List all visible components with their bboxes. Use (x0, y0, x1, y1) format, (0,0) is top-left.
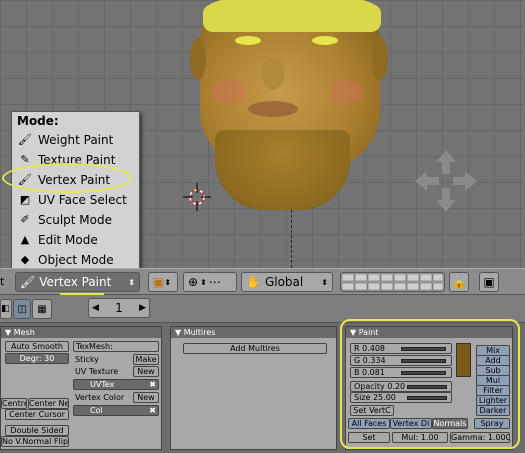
frame-number-field[interactable]: ◀ 1 ▶ (88, 298, 150, 318)
nose (262, 58, 284, 90)
left-ear (190, 38, 206, 80)
snap-icon: ⋯ (208, 275, 221, 289)
dropdown-arrows-icon: ⬍ (321, 277, 328, 287)
orientation-select[interactable]: ✋ Global ⬍ (241, 272, 333, 292)
render-icon: ▣ (483, 275, 495, 289)
z-axis-line (291, 210, 292, 268)
header-left-fragment: t (0, 275, 5, 288)
menu-item-edit-mode[interactable]: ▲ Edit Mode (12, 230, 139, 250)
multires-panel-title: Multires (183, 328, 216, 337)
menu-item-label: UV Face Select (38, 193, 127, 207)
centre-button[interactable]: Centre (1, 398, 27, 409)
dropdown-arrows-icon: ⬍ (128, 277, 135, 287)
frame-number-value: 1 (115, 301, 123, 315)
orientation-label: Global (264, 275, 304, 289)
draw-type-select[interactable]: ▣ ⬍ (148, 272, 178, 292)
multires-panel-header[interactable]: ▼ Multires (171, 327, 336, 338)
uv-texture-label: UV Texture (75, 367, 119, 376)
no-v-normal-flip-button[interactable]: No V.Normal Flip (1, 436, 69, 447)
left-eye (235, 36, 261, 45)
editing-context-button[interactable]: ◫ (13, 299, 31, 319)
center-new-button[interactable]: Center Ne (28, 398, 69, 409)
lips (248, 101, 298, 117)
uvtex-layer[interactable]: UVTex ✖ (73, 379, 159, 390)
uv-face-select-icon: ◩ (19, 193, 31, 206)
decrement-arrow-icon: ◀ (92, 303, 99, 313)
head-hair (203, 0, 381, 32)
mesh-panel: ▼ Mesh Auto Smooth Degr: 30 Centre Cente… (0, 326, 162, 450)
lock-button[interactable]: 🔒 (449, 272, 469, 292)
menu-item-label: Sculpt Mode (38, 213, 112, 227)
right-cheek (330, 80, 364, 104)
sticky-label: Sticky (75, 355, 99, 364)
editing-icon: ◫ (17, 303, 27, 315)
center-cursor-button[interactable]: Center Cursor (5, 409, 69, 420)
vertex-color-new-button[interactable]: New (133, 392, 159, 403)
weight-paint-icon: 🖌 (18, 133, 32, 146)
menu-item-label: Edit Mode (38, 233, 98, 247)
panel-type-button[interactable]: ◧ (0, 299, 12, 319)
menu-item-uv-face-select[interactable]: ◩ UV Face Select (12, 190, 139, 210)
object-mode-icon: ◆ (20, 253, 30, 266)
mode-select-label: Vertex Paint (39, 275, 112, 289)
uv-texture-new-button[interactable]: New (133, 366, 159, 377)
pivot-icon: ⊕ (188, 275, 199, 289)
pivot-snap-group[interactable]: ⊕ ⬍ ⋯ (183, 272, 237, 292)
add-multires-button[interactable]: Add Multires (183, 343, 327, 354)
mode-menu-title: Mode: (17, 114, 59, 128)
viewport-header: t 🖌 Vertex Paint ⬍ ▣ ⬍ ⊕ ⬍ ⋯ ✋ Global ⬍ (0, 268, 525, 295)
paint-panel-highlight (340, 319, 520, 449)
layer-buttons[interactable] (340, 272, 445, 292)
shading-icon: ▦ (37, 303, 47, 315)
mesh-panel-title: Mesh (13, 328, 35, 337)
menu-item-weight-paint[interactable]: 🖌 Weight Paint (12, 130, 139, 150)
degree-field[interactable]: Degr: 30 (5, 353, 69, 364)
edit-mode-icon: ▲ (20, 233, 30, 246)
right-ear (372, 38, 388, 80)
neck (215, 130, 350, 210)
menu-item-sculpt-mode[interactable]: ✐ Sculpt Mode (12, 210, 139, 230)
render-button[interactable]: ▣ (479, 272, 499, 292)
mode-select[interactable]: 🖌 Vertex Paint ⬍ (15, 272, 140, 292)
3d-cursor-icon (183, 183, 211, 211)
vertex-paint-icon: 🖌 (20, 275, 36, 289)
dropdown-arrows-icon: ⬍ (164, 277, 172, 287)
col-layer[interactable]: Col ✖ (73, 405, 159, 416)
uvtex-label: UVTex (90, 380, 115, 389)
sculpt-mode-icon: ✐ (20, 213, 30, 226)
auto-smooth-button[interactable]: Auto Smooth (5, 341, 69, 352)
vertex-paint-highlight (2, 163, 132, 193)
menu-item-label: Object Mode (38, 253, 114, 267)
col-label: Col (90, 406, 103, 415)
double-sided-button[interactable]: Double Sided (5, 425, 69, 436)
close-icon[interactable]: ✖ (149, 380, 156, 389)
left-cheek (212, 80, 246, 104)
lock-icon: 🔒 (451, 275, 467, 289)
texmesh-field[interactable]: TexMesh: (73, 341, 159, 352)
dropdown-arrows-icon: ⬍ (200, 277, 207, 287)
mesh-panel-header[interactable]: ▼ Mesh (1, 327, 161, 338)
layers-grid-icon (341, 273, 444, 291)
menu-item-object-mode[interactable]: ◆ Object Mode (12, 250, 139, 270)
close-icon[interactable]: ✖ (149, 406, 156, 415)
right-eye (312, 36, 338, 45)
vertex-color-label: Vertex Color (75, 393, 125, 402)
hand-icon: ✋ (246, 275, 261, 289)
menu-item-label: Weight Paint (38, 133, 114, 147)
move-arrows-icon[interactable] (415, 150, 477, 212)
cube-icon: ▣ (153, 275, 165, 289)
blender-window: Mode: 🖌 Weight Paint ✎ Texture Paint 🖌 V… (0, 0, 525, 453)
sticky-make-button[interactable]: Make (133, 354, 159, 365)
multires-panel: ▼ Multires Add Multires (170, 326, 337, 450)
increment-arrow-icon: ▶ (139, 303, 146, 313)
panel-icon: ◧ (1, 304, 10, 314)
shading-context-button[interactable]: ▦ (32, 299, 52, 319)
